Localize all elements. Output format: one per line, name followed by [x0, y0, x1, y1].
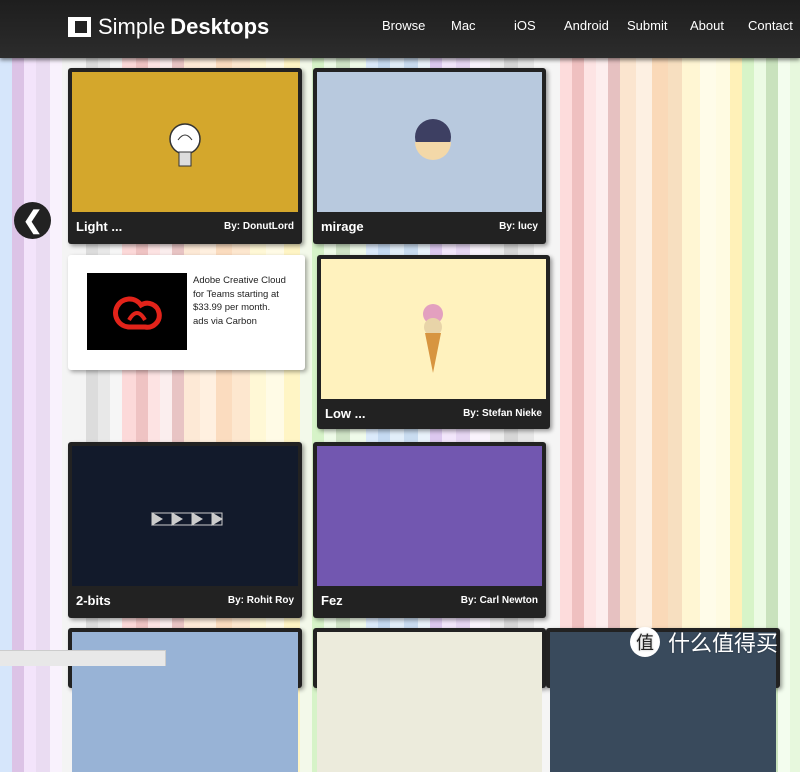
moon-illustration: [415, 119, 451, 160]
watermark-text: 什么值得买: [668, 631, 779, 656]
nav-android[interactable]: Android: [564, 18, 609, 33]
adobe-cc-logo[interactable]: [87, 273, 187, 350]
ice-cream-illustration: [423, 304, 443, 373]
wallpaper-thumbnail[interactable]: [317, 632, 542, 772]
card-title[interactable]: Fez: [321, 593, 343, 608]
chevron-left-icon[interactable]: ❮: [14, 202, 51, 239]
wallpaper-card[interactable]: 2-bits By: Rohit Roy: [68, 442, 302, 618]
two-bits-illustration: [151, 512, 223, 526]
nav-mac[interactable]: Mac: [451, 18, 476, 33]
logo-text-bold: Desktops: [170, 14, 270, 39]
watermark: 值 什么值得买: [630, 626, 778, 658]
wallpaper-thumbnail[interactable]: [72, 446, 298, 586]
ad-via[interactable]: ads via Carbon: [193, 315, 298, 329]
nav-browse[interactable]: Browse: [382, 18, 425, 33]
wallpaper-card[interactable]: Low ... By: Stefan Nieke: [317, 255, 550, 429]
wallpaper-card[interactable]: mirage By: lucy: [313, 68, 546, 244]
logo-text-light: Simple: [98, 14, 166, 39]
wallpaper-thumbnail[interactable]: [321, 259, 546, 399]
card-author[interactable]: By: Stefan Nieke: [463, 408, 542, 419]
watermark-badge: 值: [630, 627, 660, 657]
carbon-ad[interactable]: Adobe Creative Cloud for Teams starting …: [68, 255, 305, 370]
card-author[interactable]: By: lucy: [499, 221, 538, 232]
card-title[interactable]: 2-bits: [76, 593, 111, 608]
card-title[interactable]: Light ...: [76, 219, 122, 234]
lightbulb-illustration: [169, 123, 201, 167]
nav-submit[interactable]: Submit: [627, 18, 667, 33]
wallpaper-card[interactable]: Fez By: Carl Newton: [313, 442, 546, 618]
wallpaper-thumbnail[interactable]: [317, 446, 542, 586]
card-author[interactable]: By: Rohit Roy: [228, 595, 294, 606]
card-title[interactable]: mirage: [321, 219, 364, 234]
nav-about[interactable]: About: [690, 18, 724, 33]
logo-icon: [68, 17, 91, 37]
site-header: Simple Desktops Browse Mac iOS Android S…: [0, 0, 800, 58]
card-title[interactable]: Low ...: [325, 406, 365, 421]
card-author[interactable]: By: Carl Newton: [461, 595, 538, 606]
ad-text[interactable]: Adobe Creative Cloud for Teams starting …: [193, 274, 298, 315]
wallpaper-card[interactable]: [313, 628, 546, 772]
nav-contact[interactable]: Contact: [748, 18, 793, 33]
site-logo[interactable]: Simple Desktops: [68, 14, 269, 40]
status-bar: [0, 650, 166, 666]
wallpaper-card[interactable]: Light ... By: DonutLord: [68, 68, 302, 244]
wallpaper-thumbnail[interactable]: [317, 72, 542, 212]
card-author[interactable]: By: DonutLord: [224, 221, 294, 232]
nav-ios[interactable]: iOS: [514, 18, 536, 33]
wallpaper-thumbnail[interactable]: [72, 72, 298, 212]
